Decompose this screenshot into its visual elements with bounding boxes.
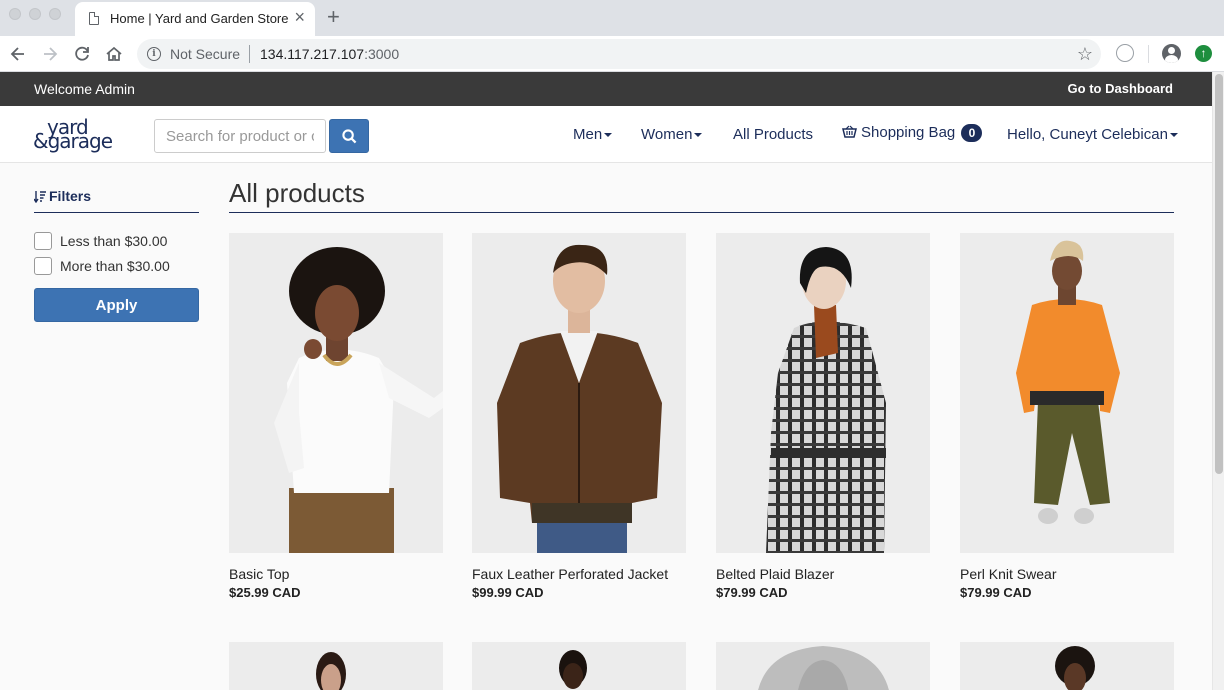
bookmark-star-icon[interactable]: ☆ (1077, 44, 1093, 64)
chevron-down-icon (694, 133, 703, 138)
nav-women-label: Women (641, 126, 693, 143)
back-icon[interactable] (7, 43, 29, 65)
filter-checkbox-more[interactable] (34, 257, 52, 275)
chevron-down-icon (1169, 133, 1178, 138)
browser-tab-home[interactable]: Home | Yard and Garden Store × (75, 2, 315, 36)
product-image[interactable] (716, 233, 930, 553)
page-scrollbar[interactable] (1212, 72, 1224, 690)
document-icon (89, 12, 99, 25)
nav-men-label: Men (573, 126, 603, 143)
browser-tab-strip: Home | Yard and Garden Store × + (0, 0, 1224, 36)
profile-icon[interactable] (1162, 44, 1181, 63)
url-text[interactable]: 134.117.217.107:3000 (260, 46, 399, 62)
forward-icon[interactable] (39, 43, 61, 65)
close-icon[interactable]: × (294, 8, 305, 26)
page-viewport: Welcome Admin Go to Dashboard yard &gara… (0, 72, 1212, 690)
nav-all-products[interactable]: All Products (733, 126, 813, 143)
address-bar[interactable]: i Not Secure 134.117.217.107:3000 ☆ (137, 39, 1101, 69)
update-arrow-icon[interactable]: ↑ (1195, 45, 1212, 62)
product-name[interactable]: Faux Leather Perforated Jacket (472, 566, 668, 582)
product-name[interactable]: Perl Knit Swear (960, 566, 1056, 582)
window-zoom-dot[interactable] (49, 8, 61, 20)
nav-user-menu[interactable]: Hello, Cuneyt Celebican (1007, 126, 1178, 143)
url-port: :3000 (364, 46, 400, 62)
extension-icon[interactable] (1116, 44, 1134, 62)
basket-icon (842, 125, 857, 138)
nav-user-label: Hello, Cuneyt Celebican (1007, 126, 1168, 143)
browser-toolbar: i Not Secure 134.117.217.107:3000 ☆ ↑ (0, 36, 1224, 72)
welcome-text: Welcome Admin (34, 81, 135, 97)
product-name[interactable]: Belted Plaid Blazer (716, 566, 834, 582)
url-host: 134.117.217.107 (260, 46, 365, 62)
new-tab-icon[interactable]: + (327, 5, 340, 29)
sort-filter-icon (34, 191, 46, 203)
product-image[interactable] (472, 642, 686, 690)
chevron-down-icon (604, 133, 613, 138)
filter-label-less: Less than $30.00 (60, 233, 168, 249)
search-button[interactable] (329, 119, 369, 153)
nav-men[interactable]: Men (573, 126, 613, 143)
toolbar-divider (1148, 45, 1149, 63)
product-name[interactable]: Basic Top (229, 566, 289, 582)
product-image[interactable] (960, 642, 1174, 690)
product-image[interactable] (229, 233, 443, 553)
product-price: $25.99 CAD (229, 585, 301, 600)
nav-women[interactable]: Women (641, 126, 703, 143)
filters-heading: Filters (34, 188, 199, 213)
home-icon[interactable] (103, 43, 125, 65)
filter-checkbox-less[interactable] (34, 232, 52, 250)
filters-title: Filters (49, 188, 92, 204)
product-price: $79.99 CAD (716, 585, 788, 600)
apply-filters-button[interactable]: Apply (34, 288, 199, 322)
site-header: yard &garage Men Women All Products Shop… (0, 106, 1212, 163)
tab-title: Home | Yard and Garden Store (110, 11, 289, 26)
window-close-dot[interactable] (9, 8, 21, 20)
url-divider (249, 45, 250, 63)
search-icon (342, 129, 357, 144)
page-title: All products (229, 178, 1174, 213)
bag-count-badge: 0 (961, 124, 983, 142)
product-image[interactable] (716, 642, 930, 690)
product-image[interactable] (472, 233, 686, 553)
logo[interactable]: yard &garage (33, 115, 123, 155)
filter-label-more: More than $30.00 (60, 258, 170, 274)
security-label: Not Secure (170, 46, 241, 62)
reload-icon[interactable] (71, 43, 93, 65)
search-input[interactable] (154, 119, 326, 153)
info-icon[interactable]: i (147, 47, 161, 61)
nav-shopping-bag[interactable]: Shopping Bag 0 (842, 124, 983, 142)
admin-topbar: Welcome Admin Go to Dashboard (0, 72, 1212, 106)
scrollbar-thumb[interactable] (1215, 74, 1223, 474)
logo-line-2: &garage (33, 129, 113, 153)
nav-bag-label: Shopping Bag (861, 124, 956, 141)
window-minimize-dot[interactable] (29, 8, 41, 20)
product-price: $79.99 CAD (960, 585, 1032, 600)
dashboard-link[interactable]: Go to Dashboard (1068, 81, 1173, 96)
product-image[interactable] (960, 233, 1174, 553)
product-image[interactable] (229, 642, 443, 690)
product-price: $99.99 CAD (472, 585, 544, 600)
